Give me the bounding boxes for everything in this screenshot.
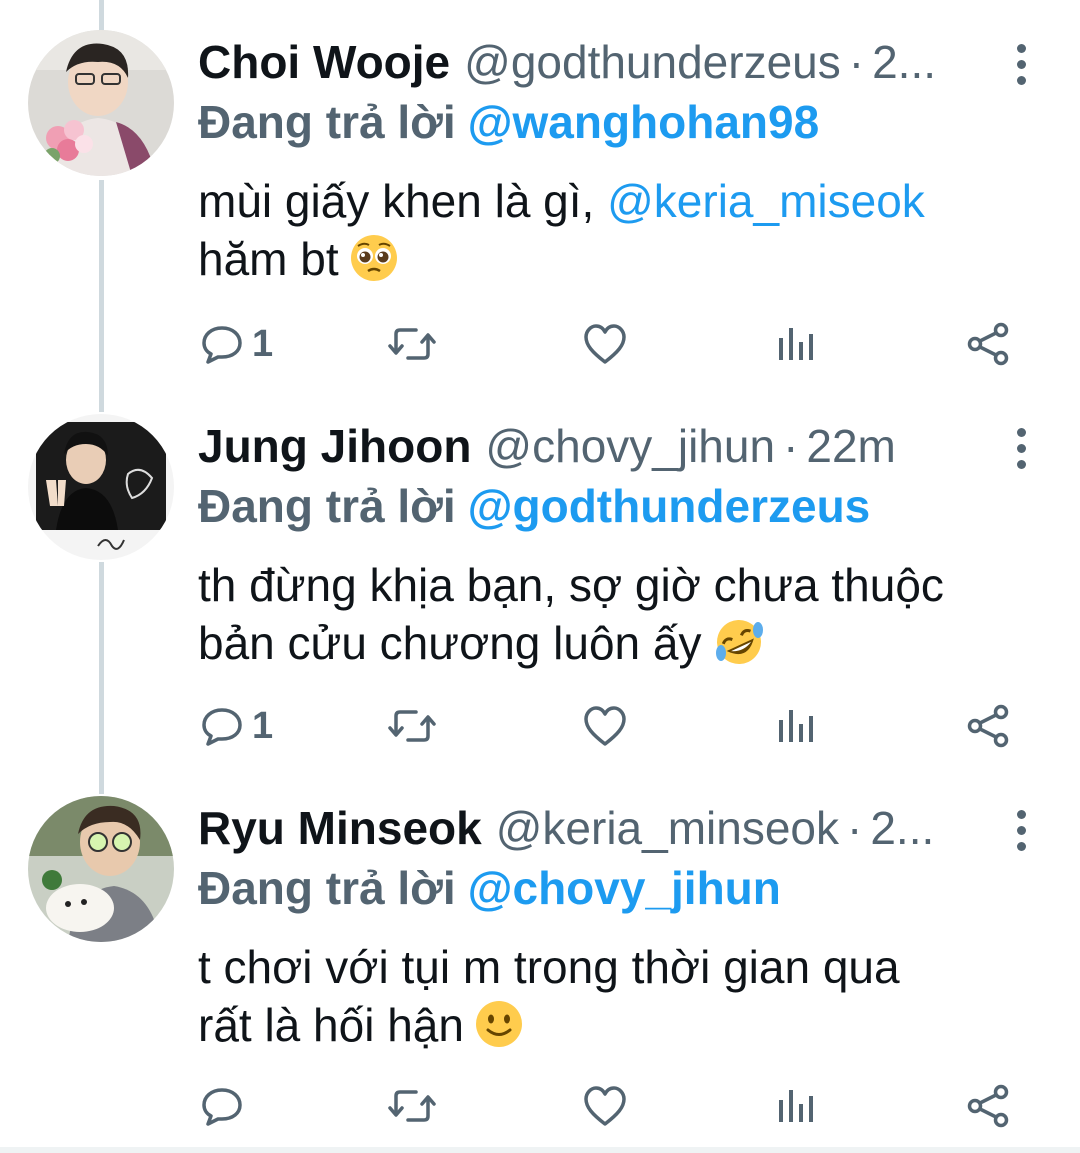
- like-icon: [584, 324, 626, 364]
- analytics-button[interactable]: [776, 1076, 816, 1136]
- pleading-face-icon: [349, 233, 399, 296]
- tweet-text: t chơi với tụi m trong thời gian qua rất…: [198, 938, 1048, 1062]
- user-handle[interactable]: @chovy_jihun: [485, 420, 775, 472]
- retweet-icon: [388, 1090, 436, 1122]
- retweet-button[interactable]: [386, 1076, 438, 1136]
- tweet-text: mùi giấy khen là gì, @keria_miseok hăm b…: [198, 172, 1048, 296]
- reply-count: 1: [252, 322, 274, 365]
- separator-dot: ·: [783, 420, 799, 472]
- tweet-header: Choi Wooje @godthunderzeus · 2...: [198, 30, 998, 94]
- display-name[interactable]: Jung Jihoon: [198, 420, 471, 472]
- more-icon[interactable]: [1004, 420, 1038, 476]
- tweet-text-line: bản cửu chương luôn ấy: [198, 617, 702, 669]
- replying-to-label: Đang trả lời: [198, 480, 456, 532]
- replying-to: Đang trả lời @chovy_jihun: [198, 858, 781, 918]
- divider: [0, 1147, 1080, 1153]
- thread-line: [99, 0, 104, 30]
- tweet-text-part: hăm bt: [198, 233, 339, 285]
- more-icon[interactable]: [1004, 36, 1038, 92]
- reply-icon: [202, 1088, 242, 1126]
- timestamp[interactable]: 2...: [872, 36, 936, 88]
- replying-to-user-link[interactable]: @wanghohan98: [468, 96, 820, 148]
- tweet-text-part: mùi giấy khen là gì,: [198, 175, 608, 227]
- rolling-on-floor-laughing-icon: [712, 617, 766, 680]
- share-button[interactable]: [966, 696, 1012, 756]
- retweet-button[interactable]: [386, 314, 438, 374]
- reply-count: 1: [252, 704, 274, 747]
- replying-to-label: Đang trả lời: [198, 96, 456, 148]
- timestamp[interactable]: 22m: [806, 420, 895, 472]
- like-button[interactable]: [582, 696, 628, 756]
- tweet-actions: 1: [0, 696, 1080, 756]
- analytics-icon: [779, 710, 813, 742]
- replying-to-user-link[interactable]: @chovy_jihun: [468, 862, 781, 914]
- display-name[interactable]: Choi Wooje: [198, 36, 450, 88]
- timestamp[interactable]: 2...: [870, 802, 934, 854]
- reply-icon: [202, 708, 242, 746]
- tweet[interactable]: Ryu Minseok @keria_minseok · 2... Đang trả …: [0, 796, 1080, 1146]
- reply-icon: [202, 326, 242, 364]
- tweet-actions: 1: [0, 314, 1080, 374]
- slightly-smiling-face-icon: [474, 999, 524, 1062]
- share-icon: [967, 1084, 1009, 1128]
- tweet-actions: [0, 1076, 1080, 1136]
- user-handle[interactable]: @keria_minseok: [496, 802, 839, 854]
- separator-dot: ·: [848, 36, 865, 88]
- avatar[interactable]: [28, 414, 174, 560]
- analytics-icon: [779, 1090, 813, 1122]
- tweet[interactable]: Choi Wooje @godthunderzeus · 2... Đang trả …: [0, 30, 1080, 390]
- tweet[interactable]: Jung Jihoon @chovy_jihun · 22m Đang trả lời…: [0, 414, 1080, 774]
- retweet-icon: [388, 328, 436, 360]
- like-icon: [584, 706, 626, 746]
- reply-button[interactable]: [200, 1076, 252, 1136]
- tweet-text-line: t chơi với tụi m trong thời gian qua: [198, 941, 900, 993]
- tweet-text: th đừng khịa bạn, sợ giờ chưa thuộc bản …: [198, 556, 1048, 680]
- tweet-header: Ryu Minseok @keria_minseok · 2...: [198, 796, 998, 860]
- share-button[interactable]: [966, 1076, 1012, 1136]
- reply-button[interactable]: 1: [200, 314, 273, 374]
- share-icon: [967, 322, 1009, 366]
- tweet-header: Jung Jihoon @chovy_jihun · 22m: [198, 414, 998, 478]
- analytics-button[interactable]: [776, 696, 816, 756]
- like-icon: [584, 1086, 626, 1126]
- replying-to-label: Đang trả lời: [198, 862, 456, 914]
- share-button[interactable]: [966, 314, 1012, 374]
- tweet-text-line: rất là hối hận: [198, 999, 464, 1051]
- share-icon: [967, 704, 1009, 748]
- user-handle[interactable]: @godthunderzeus: [464, 36, 841, 88]
- mention-link[interactable]: @keria_miseok: [607, 175, 925, 227]
- like-button[interactable]: [582, 1076, 628, 1136]
- replying-to-user-link[interactable]: @godthunderzeus: [468, 480, 871, 532]
- analytics-button[interactable]: [776, 314, 816, 374]
- analytics-icon: [779, 328, 813, 360]
- avatar[interactable]: [28, 30, 174, 176]
- reply-button[interactable]: 1: [200, 696, 273, 756]
- replying-to: Đang trả lời @godthunderzeus: [198, 476, 870, 536]
- display-name[interactable]: Ryu Minseok: [198, 802, 482, 854]
- more-icon[interactable]: [1004, 802, 1038, 858]
- retweet-button[interactable]: [386, 696, 438, 756]
- replying-to: Đang trả lời @wanghohan98: [198, 92, 819, 152]
- retweet-icon: [388, 710, 436, 742]
- separator-dot: ·: [847, 802, 863, 854]
- tweet-text-line: th đừng khịa bạn, sợ giờ chưa thuộc: [198, 559, 944, 611]
- avatar[interactable]: [28, 796, 174, 942]
- like-button[interactable]: [582, 314, 628, 374]
